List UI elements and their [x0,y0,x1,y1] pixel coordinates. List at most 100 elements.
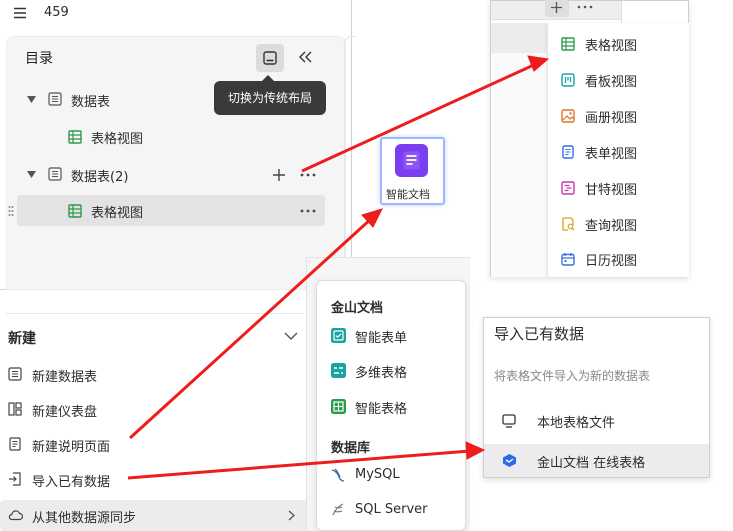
mysql-icon [331,468,345,482]
datatable-icon [8,367,22,381]
doc-page-icon [9,437,21,451]
menu-item-label: 新建数据表 [32,370,98,385]
tooltip: 切换为传统布局 [214,81,326,115]
double-chevron-left-icon [299,51,312,63]
new-datatable-item[interactable]: 新建数据表 [0,360,310,390]
tree-item-label: 数据表(2) [71,170,129,185]
caret-down-icon[interactable] [27,96,36,104]
gallery-view-icon [561,109,575,123]
content-edge [344,36,356,266]
smart-form-icon [331,328,346,343]
smart-doc-icon [395,144,428,177]
menu-item-label: 导入已有数据 [32,475,111,490]
form-view-icon [562,145,574,159]
source-item-smart-form[interactable]: 智能表单 [317,321,465,351]
import-kdocs-item[interactable]: 金山文档 在线表格 [484,444,709,477]
grid-view-icon [561,37,575,51]
views-menu: 表格视图 看板视图 画册视图 表单视图 甘特视图 查询视图 日历视图 [490,0,689,277]
divider [6,313,304,314]
cloud-icon [8,510,23,521]
tree-item-grid-view-2[interactable]: 表格视图 [17,195,325,226]
query-view-icon [562,217,575,231]
more-icon[interactable] [300,209,316,213]
datatable-icon [48,167,62,181]
plus-icon[interactable] [272,168,286,182]
view-item-query[interactable]: 查询视图 [547,208,687,240]
new-panel: 新建 新建数据表 新建仪表盘 新建说明页面 导入已有数据 从其他数据源同步 [0,290,310,531]
catalog-panel: 459 目录 数据表 表格视图 数据表(2) 表格视图 切换为传统布局 [0,0,352,290]
caret-down-icon[interactable] [27,171,36,179]
grid-view-icon [68,130,82,144]
source-item-mysql[interactable]: MySQL [317,461,465,491]
sync-source-item[interactable]: 从其他数据源同步 [0,500,308,531]
source-menu: 金山文档 智能表单 多维表格 智能表格 数据库 MySQL SQL Server [316,280,466,531]
menu-item-label: 新建说明页面 [32,440,111,455]
view-item-label: 查询视图 [585,219,638,234]
layout-toggle-button[interactable] [256,44,284,72]
view-item-form[interactable]: 表单视图 [547,136,687,168]
source-item-multi-table[interactable]: 多维表格 [317,356,465,386]
import-panel: 导入已有数据 将表格文件导入为新的数据表 本地表格文件 金山文档 在线表格 [483,317,710,478]
more-icon[interactable] [300,173,316,177]
tree-item-label: 表格视图 [91,132,144,147]
monitor-icon [502,414,516,428]
tree-item-grid-view-1[interactable]: 表格视图 [15,122,335,152]
chevron-up-icon[interactable] [284,332,298,341]
add-view-button[interactable] [545,0,569,17]
import-icon [9,472,21,486]
more-icon[interactable] [577,5,593,9]
view-item-label: 看板视图 [585,75,638,90]
source-item-smart-sheet[interactable]: 智能表格 [317,392,465,422]
kanban-view-icon [561,73,575,87]
group-header: 数据库 [331,441,371,456]
catalog-title: 目录 [25,51,53,67]
smart-doc-card[interactable]: 智能文档 [380,137,445,205]
collapse-button[interactable] [297,49,313,65]
view-item-calendar[interactable]: 日历视图 [547,243,687,275]
view-item-gallery[interactable]: 画册视图 [547,100,687,132]
doc-card-label: 智能文档 [386,188,430,201]
menu-item-label: 新建仪表盘 [32,405,98,420]
catalog-inner: 目录 数据表 表格视图 数据表(2) 表格视图 [6,36,346,290]
view-item-label: 甘特视图 [585,183,638,198]
view-item-gantt[interactable]: 甘特视图 [547,172,687,204]
tree-item-table-2[interactable]: 数据表(2) [15,160,335,190]
tree-item-label: 表格视图 [91,206,144,221]
source-item-sqlserver[interactable]: SQL Server [317,496,465,526]
hamburger-icon[interactable] [13,6,27,20]
drag-handle-icon[interactable] [8,205,14,217]
view-item-label: 表单视图 [585,147,638,162]
menu-item-label: MySQL [355,467,400,482]
app-title: 459 [44,5,69,20]
gantt-view-icon [561,181,575,195]
calendar-view-icon [561,253,575,266]
dashboard-icon [8,402,22,416]
group-header: 金山文档 [331,301,384,316]
import-local-file-item[interactable]: 本地表格文件 [484,405,709,437]
import-data-item[interactable]: 导入已有数据 [0,465,310,495]
sqlserver-icon [332,503,344,516]
layout-icon [263,51,277,65]
multi-table-icon [331,363,346,378]
tab-bar-bg [491,23,547,53]
kdocs-icon [503,454,516,467]
smart-sheet-icon [331,399,346,414]
menu-item-label: 智能表格 [355,402,408,417]
menu-item-label: 本地表格文件 [537,416,616,431]
import-title: 导入已有数据 [494,325,585,343]
new-header: 新建 [8,331,36,347]
sheet-bg [491,53,547,277]
view-item-kanban[interactable]: 看板视图 [547,64,687,96]
tree-item-label: 数据表 [71,95,111,110]
chevron-right-icon [288,510,295,521]
view-item-grid[interactable]: 表格视图 [547,28,687,60]
menu-item-label: 智能表单 [355,331,408,346]
new-doc-page-item[interactable]: 新建说明页面 [0,430,310,460]
plus-icon [551,2,562,13]
new-dashboard-item[interactable]: 新建仪表盘 [0,395,310,425]
menu-item-label: 金山文档 在线表格 [537,456,646,471]
menu-item-label: 多维表格 [355,366,408,381]
divider [621,1,622,23]
menu-item-label: SQL Server [355,502,428,517]
menu-item-label: 从其他数据源同步 [32,511,137,526]
